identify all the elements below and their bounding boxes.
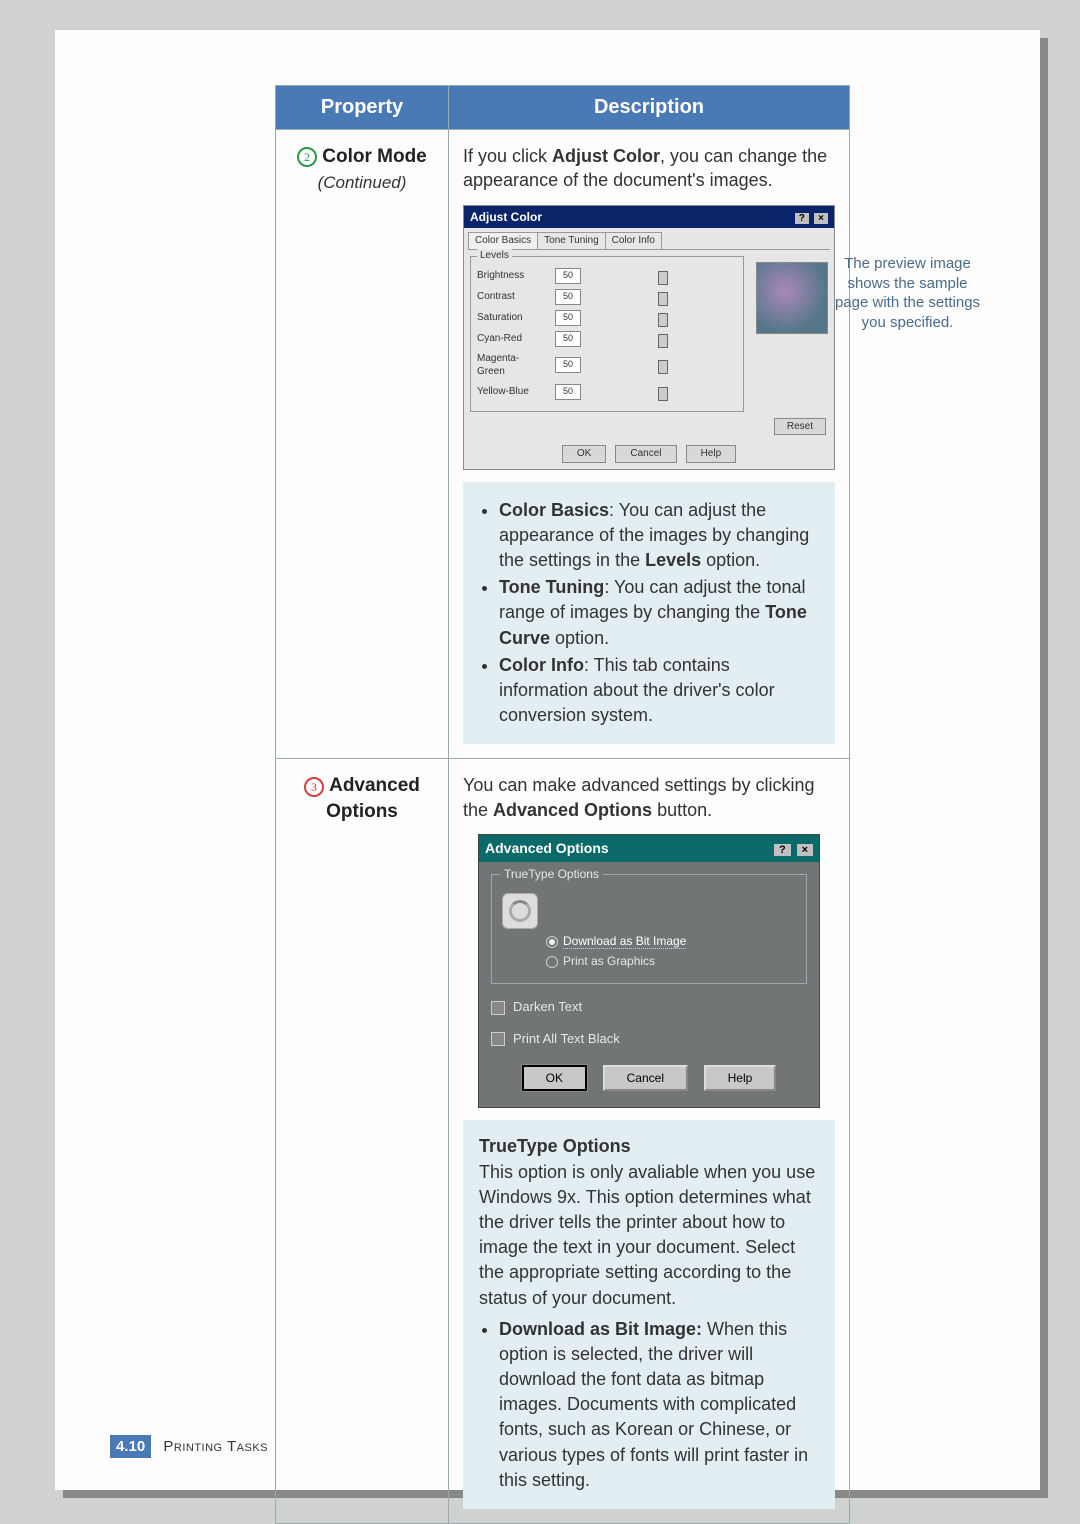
property-cell-color-mode: 2 Color Mode (Continued) [276, 130, 449, 759]
slider-value[interactable]: 50 [555, 310, 581, 326]
section-title: Printing Tasks [163, 1438, 268, 1455]
help-button[interactable]: Help [686, 445, 737, 463]
property-title: Color Mode [322, 146, 427, 167]
slider-track[interactable] [589, 290, 737, 304]
levels-label: Levels [477, 249, 512, 263]
radio-download-bit-image[interactable]: Download as Bit Image [546, 933, 796, 949]
close-icon[interactable]: × [814, 213, 828, 224]
slider-value[interactable]: 50 [555, 357, 581, 373]
tab-tone-tuning[interactable]: Tone Tuning [537, 232, 606, 249]
slider-contrast: Contrast 50 [477, 289, 737, 305]
cancel-button[interactable]: Cancel [603, 1065, 688, 1091]
svg-text:2: 2 [304, 150, 310, 164]
bullet-tone-tuning: Tone Tuning: You can adjust the tonal ra… [499, 575, 819, 651]
slider-track[interactable] [589, 358, 737, 372]
preview-image [756, 262, 828, 334]
property-table: Property Description 2 Color Mode (Conti… [275, 85, 850, 1524]
adv-intro-c: button. [652, 800, 712, 820]
help-icon[interactable]: ? [795, 213, 809, 224]
page-footer: 4.10 Printing Tasks [110, 1435, 268, 1458]
slider-value[interactable]: 50 [555, 331, 581, 347]
slider-label: Cyan-Red [477, 332, 547, 346]
slider-value[interactable]: 50 [555, 384, 581, 400]
advanced-options-dialog: Advanced Options ? × TrueType Options Do… [478, 834, 820, 1109]
intro-text: If you click [463, 146, 552, 166]
truetype-info-box: TrueType Options This option is only ava… [463, 1120, 835, 1509]
page-number-box: 4.10 [110, 1435, 151, 1458]
ok-button[interactable]: OK [562, 445, 606, 463]
slider-saturation: Saturation 50 [477, 310, 737, 326]
close-icon[interactable]: × [797, 844, 813, 856]
slider-track[interactable] [589, 332, 737, 346]
slider-value[interactable]: 50 [555, 268, 581, 284]
slider-cyan-red: Cyan-Red 50 [477, 331, 737, 347]
property-title-advanced: Advanced Options [326, 775, 420, 822]
row-advanced-options: 3 Advanced Options You can make advanced… [276, 759, 850, 1524]
row-color-mode: 2 Color Mode (Continued) If you click Ad… [276, 130, 850, 759]
dialog-titlebar: Adjust Color ? × [464, 206, 834, 229]
manual-page: Property Description 2 Color Mode (Conti… [55, 30, 1040, 1490]
adv-title-text: Advanced Options [485, 839, 609, 858]
description-cell-color-mode: If you click Adjust Color, you can chang… [449, 130, 850, 759]
property-subtitle: (Continued) [290, 172, 434, 195]
svg-text:3: 3 [311, 780, 317, 794]
slider-track[interactable] [589, 311, 737, 325]
truetype-icon [502, 893, 538, 929]
slider-magenta-green: Magenta-Green 50 [477, 352, 737, 379]
reset-button[interactable]: Reset [774, 418, 826, 436]
tab-color-info[interactable]: Color Info [605, 232, 662, 249]
header-description: Description [449, 86, 850, 130]
color-mode-bullets: Color Basics: You can adjust the appeara… [463, 482, 835, 745]
slider-label: Saturation [477, 311, 547, 325]
checkbox-darken-text[interactable]: Darken Text [491, 998, 807, 1016]
dialog-title-text: Adjust Color [470, 209, 542, 225]
slider-label: Brightness [477, 269, 547, 283]
slider-track[interactable] [589, 385, 737, 399]
ok-button[interactable]: OK [522, 1065, 587, 1091]
bullet-color-basics: Color Basics: You can adjust the appeara… [499, 498, 819, 574]
intro-bold: Adjust Color [552, 146, 660, 166]
description-cell-advanced: You can make advanced settings by clicki… [449, 759, 850, 1524]
badge-3-icon: 3 [304, 777, 324, 797]
cancel-button[interactable]: Cancel [615, 445, 676, 463]
tab-color-basics[interactable]: Color Basics [468, 232, 538, 249]
radio-print-as-graphics[interactable]: Print as Graphics [546, 953, 796, 969]
slider-label: Yellow-Blue [477, 385, 547, 399]
levels-group: Levels Brightness50Contrast50Saturation5… [470, 256, 744, 412]
checkbox-print-all-black[interactable]: Print All Text Black [491, 1030, 807, 1048]
slider-value[interactable]: 50 [555, 289, 581, 305]
help-button[interactable]: Help [704, 1065, 777, 1091]
dialog-tabs: Color Basics Tone Tuning Color Info [468, 232, 830, 250]
adjust-color-dialog: Adjust Color ? × Color Basics Tone Tunin… [463, 205, 835, 470]
badge-2-icon: 2 [297, 147, 317, 167]
truetype-heading: TrueType Options [479, 1136, 631, 1156]
adv-titlebar: Advanced Options ? × [479, 835, 819, 862]
help-icon[interactable]: ? [774, 844, 791, 856]
truetype-group-label: TrueType Options [500, 866, 603, 882]
slider-track[interactable] [589, 269, 737, 283]
dialog-buttons: OK Cancel Help [464, 439, 834, 469]
slider-brightness: Brightness 50 [477, 268, 737, 284]
slider-yellow-blue: Yellow-Blue 50 [477, 384, 737, 400]
truetype-paragraph: This option is only avaliable when you u… [479, 1162, 815, 1308]
truetype-group: TrueType Options Download as Bit Image P… [491, 874, 807, 984]
header-property: Property [276, 86, 449, 130]
bullet-download-bit-image: Download as Bit Image: When this option … [499, 1317, 819, 1493]
adv-intro-b: Advanced Options [493, 800, 652, 820]
slider-label: Contrast [477, 290, 547, 304]
property-cell-advanced: 3 Advanced Options [276, 759, 449, 1524]
preview-callout: The preview image shows the sample page … [830, 254, 985, 332]
slider-label: Magenta-Green [477, 352, 547, 379]
adv-buttons: OK Cancel Help [479, 1053, 819, 1107]
bullet-color-info: Color Info: This tab contains informatio… [499, 653, 819, 729]
